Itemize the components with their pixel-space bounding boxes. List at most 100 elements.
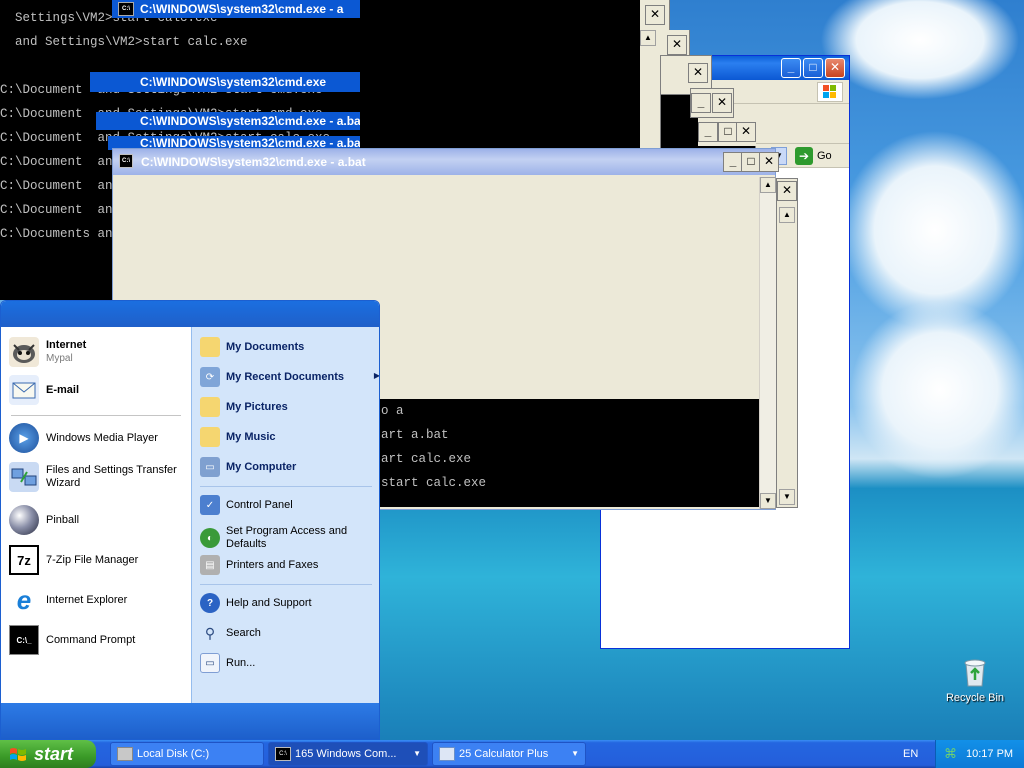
start-place-my-pictures[interactable]: My Pictures (200, 394, 378, 420)
scroll-up-arrow[interactable]: ▲ (779, 207, 795, 223)
start-item-label: Internet Explorer (46, 593, 128, 606)
cloud (820, 0, 1020, 100)
network-icon[interactable]: ⌘ (944, 746, 960, 762)
start-place-label: My Documents (226, 340, 305, 353)
start-item-pinball[interactable]: Pinball (9, 503, 185, 537)
cloud (850, 300, 1024, 480)
start-item-label: Files and Settings Transfer Wizard (46, 464, 177, 489)
close-button[interactable]: ✕ (736, 122, 756, 142)
start-item-internet-explorer[interactable]: e Internet Explorer (9, 583, 185, 617)
transfer-wizard-icon (9, 462, 39, 492)
minimize-button[interactable]: _ (723, 152, 743, 172)
windows-flag-icon (10, 748, 26, 761)
start-item-email[interactable]: E-mail (9, 373, 185, 407)
stacked-console-titlebar[interactable]: C:\WINDOWS\system32\cmd.exe - a.bat (96, 112, 360, 130)
scroll-up-arrow[interactable]: ▲ (640, 30, 656, 46)
console-front-titlebar[interactable]: C:\ C:\WINDOWS\system32\cmd.exe - a.bat (113, 149, 775, 175)
start-menu-divider (200, 486, 372, 487)
task-label: 25 Calculator Plus (459, 748, 549, 760)
start-place-my-computer[interactable]: ▭ My Computer (200, 454, 378, 480)
email-envelope-icon (9, 375, 39, 405)
start-label: start (34, 744, 74, 764)
maximize-button[interactable]: □ (741, 152, 761, 172)
pinball-icon (9, 505, 39, 535)
internet-label: Internet (46, 339, 87, 351)
start-item-internet[interactable]: Internet Mypal (9, 335, 185, 369)
minimize-button[interactable]: _ (698, 122, 718, 142)
stacked-console-titlebar[interactable]: C:\WINDOWS\system32\cmd.exe (90, 72, 360, 92)
start-place-label: My Recent Documents (226, 370, 344, 383)
start-place-printers-faxes[interactable]: ▤ Printers and Faxes (200, 552, 378, 578)
run-icon: ▭ (200, 653, 220, 673)
start-item-label: E-mail (46, 383, 80, 396)
console-icon: C:\ (275, 747, 291, 761)
console-scrollbar[interactable]: ▲ ▼ (759, 177, 776, 509)
taskbar: start Local Disk (C:) C:\ 165 Windows Co… (0, 740, 1024, 768)
close-button[interactable]: ✕ (777, 181, 797, 201)
recycle-bin-label: Recycle Bin (945, 692, 1005, 704)
console-back-titlebar[interactable]: C:\ C:\WINDOWS\system32\cmd.exe - a (112, 0, 360, 18)
start-item-7zip[interactable]: 7z 7-Zip File Manager (9, 543, 185, 577)
recycle-bin-shortcut[interactable]: Recycle Bin (940, 655, 1010, 715)
start-menu-left-column: Internet Mypal E-mail ▶ Windows Media Pla… (1, 327, 191, 703)
program-access-icon: ◐ (200, 528, 220, 548)
start-item-command-prompt[interactable]: C:\_ Command Prompt (9, 623, 185, 657)
console-line: o a (381, 404, 404, 418)
close-button[interactable]: ✕ (759, 152, 779, 172)
start-place-search[interactable]: ⚲ Search (200, 620, 378, 646)
go-arrow-icon: ➔ (795, 147, 813, 165)
close-button[interactable]: ✕ (712, 93, 732, 113)
task-label: Local Disk (C:) (137, 748, 210, 760)
clock[interactable]: 10:17 PM (966, 740, 1013, 768)
console-line: art calc.exe (381, 452, 472, 466)
language-indicator[interactable]: EN (903, 740, 918, 768)
start-menu-header (1, 301, 379, 327)
mypal-raccoon-icon (9, 337, 39, 367)
task-local-disk[interactable]: Local Disk (C:) (110, 742, 264, 766)
scroll-down-arrow[interactable]: ▼ (760, 493, 776, 509)
console-front-output: o a art a.bat art calc.exe start calc.exe (379, 399, 759, 507)
recycle-bin-icon (964, 659, 986, 687)
go-label: Go (817, 150, 832, 162)
minimize-button[interactable]: _ (691, 93, 711, 113)
console-front-lines: o a art a.bat art calc.exe start calc.exe (379, 399, 759, 490)
close-button[interactable]: ✕ (688, 63, 708, 83)
start-place-my-recent-documents[interactable]: ⟳ My Recent Documents ▶ (200, 364, 379, 390)
close-button[interactable]: ✕ (825, 58, 845, 78)
maximize-button[interactable]: □ (803, 58, 823, 78)
task-windows-command-group[interactable]: C:\ 165 Windows Com... ▼ (268, 742, 428, 766)
start-place-run[interactable]: ▭ Run... (200, 650, 378, 676)
start-item-label: Windows Media Player (46, 431, 158, 444)
internet-explorer-icon: e (16, 584, 32, 615)
start-menu[interactable]: Internet Mypal E-mail ▶ Windows Media Pla… (0, 300, 380, 740)
internet-sub-label: Mypal (46, 353, 73, 364)
start-place-my-music[interactable]: My Music (200, 424, 378, 450)
scroll-down-arrow[interactable]: ▼ (779, 489, 795, 505)
start-place-control-panel[interactable]: ✓ Control Panel (200, 492, 378, 518)
stacked-console-title: C:\WINDOWS\system32\cmd.exe - a.bat (140, 114, 360, 128)
maximize-button[interactable]: □ (718, 122, 738, 142)
minimize-button[interactable]: _ (781, 58, 801, 78)
start-place-set-program-access[interactable]: ◐ Set Program Access and Defaults (200, 522, 378, 554)
close-button[interactable]: ✕ (645, 5, 665, 25)
start-place-my-documents[interactable]: My Documents (200, 334, 378, 360)
close-button[interactable]: ✕ (667, 35, 687, 55)
seven-zip-icon: 7z (9, 545, 39, 575)
start-button[interactable]: start (0, 740, 96, 768)
start-menu-footer (1, 703, 379, 739)
start-item-windows-media-player[interactable]: ▶ Windows Media Player (9, 421, 185, 455)
console-line: start calc.exe (381, 476, 487, 490)
console-line: art a.bat (381, 428, 449, 442)
console-back-title: C:\WINDOWS\system32\cmd.exe - a (140, 2, 344, 16)
console-stack-window[interactable]: ✕ ▲ ▼ (776, 178, 798, 508)
go-button[interactable]: ➔ Go (795, 147, 832, 165)
start-item-label: Pinball (46, 513, 80, 526)
start-place-help-support[interactable]: ? Help and Support (200, 590, 378, 616)
start-item-files-settings-transfer[interactable]: Files and Settings Transfer Wizard (9, 457, 185, 497)
start-place-label: My Computer (226, 460, 297, 473)
task-label: 165 Windows Com... (295, 748, 397, 760)
console-stack-window[interactable]: _ ✕ (690, 88, 734, 118)
task-calculator-group[interactable]: 25 Calculator Plus ▼ (432, 742, 586, 766)
start-place-label: Search (226, 626, 261, 639)
scroll-up-arrow[interactable]: ▲ (760, 177, 776, 193)
